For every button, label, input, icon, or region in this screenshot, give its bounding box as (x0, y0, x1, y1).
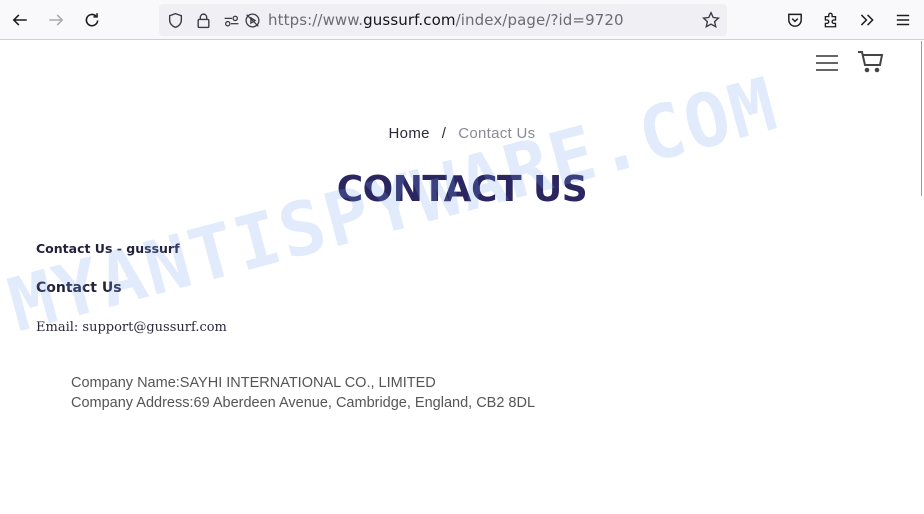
lock-icon[interactable] (194, 11, 212, 29)
url-scheme: https://www. (268, 11, 364, 29)
permissions-icon[interactable] (222, 11, 240, 29)
address-bar[interactable]: https://www.gussurf.com/index/page/?id=9… (159, 4, 727, 36)
star-icon (702, 11, 720, 29)
breadcrumb: Home / Contact Us (0, 125, 924, 142)
company-info: Company Name:SAYHI INTERNATIONAL CO., LI… (71, 373, 535, 413)
hamburger-menu-icon-bar (816, 62, 838, 64)
back-button[interactable] (6, 6, 34, 34)
page-subtitle: Contact Us - gussurf (36, 241, 180, 256)
overflow-menu-button[interactable] (853, 6, 881, 34)
breadcrumb-current: Contact Us (458, 125, 536, 142)
hamburger-menu-icon (816, 55, 838, 57)
bookmark-star-button[interactable] (702, 11, 720, 29)
breadcrumb-home-link[interactable]: Home (389, 125, 430, 142)
site-menu-button[interactable] (816, 53, 842, 73)
browser-toolbar: https://www.gussurf.com/index/page/?id=9… (0, 0, 924, 40)
pocket-icon (788, 13, 802, 27)
forward-button[interactable] (42, 6, 70, 34)
cart-icon (858, 51, 884, 73)
url-host: gussurf.com (363, 11, 456, 29)
url-text[interactable]: https://www.gussurf.com/index/page/?id=9… (268, 11, 624, 29)
section-heading: Contact Us (36, 280, 122, 296)
pocket-button[interactable] (781, 6, 809, 34)
cart-button[interactable] (857, 50, 887, 76)
url-path: /index/page/?id=9720 (455, 11, 624, 29)
reload-icon (85, 13, 99, 27)
chevron-double-right-icon (860, 14, 874, 26)
page-title: CONTACT US (336, 169, 588, 210)
app-menu-button[interactable] (889, 6, 917, 34)
autoplay-blocked-icon[interactable] (243, 11, 261, 29)
shield-icon[interactable] (166, 11, 184, 29)
hamburger-menu-icon-bar (816, 69, 838, 71)
email-line: Email: support@gussurf.com (36, 320, 227, 335)
arrow-left-icon (12, 14, 27, 26)
extensions-button[interactable] (817, 6, 845, 34)
page-content: Home / Contact Us CONTACT US Contact Us - … (0, 41, 924, 514)
reload-button[interactable] (78, 6, 106, 34)
puzzle-icon (824, 12, 837, 28)
hamburger-icon (896, 14, 910, 26)
arrow-right-icon (49, 14, 64, 26)
breadcrumb-separator: / (441, 125, 447, 142)
company-name: Company Name:SAYHI INTERNATIONAL CO., LI… (71, 375, 436, 391)
company-address: Company Address:69 Aberdeen Avenue, Camb… (71, 395, 536, 411)
